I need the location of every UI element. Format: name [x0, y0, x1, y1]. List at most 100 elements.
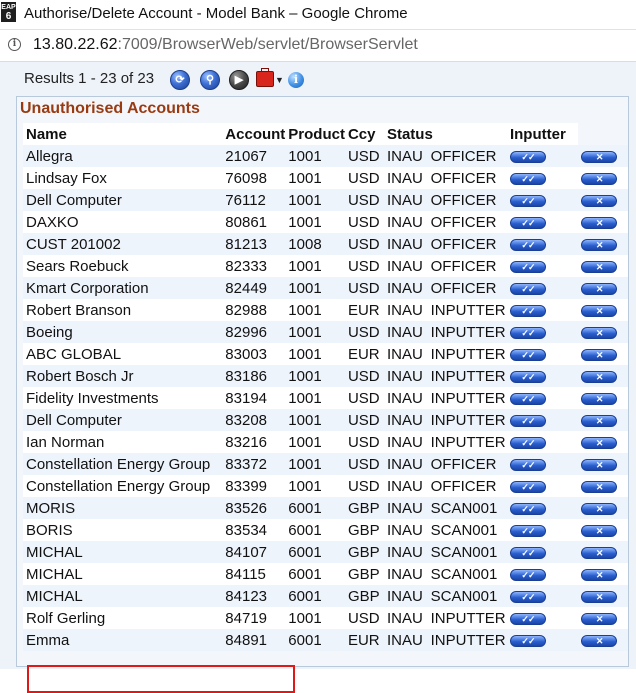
next-icon[interactable]: ▶: [229, 70, 249, 90]
toolbox-icon[interactable]: [256, 68, 274, 87]
account-number-cell: 84107: [222, 541, 286, 563]
delete-button[interactable]: ✕: [581, 458, 618, 471]
account-name-cell[interactable]: Constellation Energy Group: [23, 475, 223, 497]
authorise-button[interactable]: ✓✓: [509, 194, 546, 207]
authorise-button[interactable]: ✓✓: [509, 348, 546, 361]
authorise-button[interactable]: ✓✓: [509, 260, 546, 273]
delete-button[interactable]: ✕: [581, 546, 618, 559]
help-icon[interactable]: i: [288, 72, 304, 88]
inputter-cell: OFFICER: [427, 233, 507, 255]
authorise-button[interactable]: ✓✓: [509, 502, 546, 515]
account-name-cell[interactable]: Robert Bosch Jr: [23, 365, 223, 387]
account-name-cell[interactable]: Allegra: [23, 145, 223, 167]
account-name-cell[interactable]: Robert Branson: [23, 299, 223, 321]
column-header-status[interactable]: Status: [383, 123, 507, 145]
authorise-button[interactable]: ✓✓: [509, 436, 546, 449]
authorise-button[interactable]: ✓✓: [509, 634, 546, 647]
authorise-button[interactable]: ✓✓: [509, 392, 546, 405]
authorise-button[interactable]: ✓✓: [509, 216, 546, 229]
account-name-cell[interactable]: BORIS: [23, 519, 223, 541]
delete-button[interactable]: ✕: [581, 150, 618, 163]
authorise-cell: ✓✓: [506, 299, 579, 321]
authorise-button[interactable]: ✓✓: [509, 568, 546, 581]
inputter-cell: INPUTTER: [427, 431, 507, 453]
product-cell: 1001: [285, 387, 345, 409]
account-name-cell[interactable]: Boeing: [23, 321, 223, 343]
account-name-cell[interactable]: ABC GLOBAL: [23, 343, 223, 365]
column-header-product[interactable]: Product: [285, 123, 345, 145]
account-name-cell[interactable]: Dell Computer: [23, 409, 223, 431]
account-name-cell[interactable]: DAXKO: [23, 211, 223, 233]
inputter-cell: INPUTTER: [427, 629, 507, 651]
account-name-cell[interactable]: CUST 201002: [23, 233, 223, 255]
account-name-cell[interactable]: MORIS: [23, 497, 223, 519]
delete-button[interactable]: ✕: [581, 216, 618, 229]
account-name-cell[interactable]: Dell Computer: [23, 189, 223, 211]
delete-button[interactable]: ✕: [581, 348, 618, 361]
delete-button[interactable]: ✕: [581, 414, 618, 427]
account-name-cell[interactable]: MICHAL: [23, 541, 223, 563]
delete-button[interactable]: ✕: [581, 370, 618, 383]
delete-button[interactable]: ✕: [581, 568, 618, 581]
column-header-name[interactable]: Name: [23, 123, 223, 145]
account-name-cell[interactable]: Rolf Gerling: [23, 607, 223, 629]
delete-button[interactable]: ✕: [581, 436, 618, 449]
account-name-cell[interactable]: MICHAL: [23, 563, 223, 585]
delete-button[interactable]: ✕: [581, 172, 618, 185]
delete-button[interactable]: ✕: [581, 392, 618, 405]
account-name-cell[interactable]: MICHAL: [23, 585, 223, 607]
currency-cell: GBP: [344, 497, 384, 519]
delete-button[interactable]: ✕: [581, 480, 618, 493]
account-name-cell[interactable]: Emma: [23, 629, 223, 651]
authorise-button[interactable]: ✓✓: [509, 524, 546, 537]
dropdown-caret-icon[interactable]: ▼: [275, 75, 284, 85]
delete-button[interactable]: ✕: [581, 524, 618, 537]
delete-button[interactable]: ✕: [581, 194, 618, 207]
account-name-cell[interactable]: Sears Roebuck: [23, 255, 223, 277]
column-header-account[interactable]: Account: [222, 123, 286, 145]
authorise-button[interactable]: ✓✓: [509, 612, 546, 625]
column-header-inputter[interactable]: Inputter: [506, 123, 579, 145]
authorise-button[interactable]: ✓✓: [509, 546, 546, 559]
delete-cell: ✕: [578, 299, 628, 321]
delete-button[interactable]: ✕: [581, 282, 618, 295]
delete-button[interactable]: ✕: [581, 260, 618, 273]
authorise-button[interactable]: ✓✓: [509, 414, 546, 427]
authorise-button[interactable]: ✓✓: [509, 458, 546, 471]
authorise-button[interactable]: ✓✓: [509, 304, 546, 317]
delete-button[interactable]: ✕: [581, 612, 618, 625]
table-row: BORIS 83534 6001 GBP INAU SCAN001 ✓✓ ✕: [23, 519, 628, 541]
authorise-button[interactable]: ✓✓: [509, 480, 546, 493]
authorise-button[interactable]: ✓✓: [509, 238, 546, 251]
authorise-button[interactable]: ✓✓: [509, 590, 546, 603]
currency-cell: EUR: [344, 629, 384, 651]
account-number-cell: 83186: [222, 365, 286, 387]
authorise-button[interactable]: ✓✓: [509, 282, 546, 295]
account-name-cell[interactable]: Fidelity Investments: [23, 387, 223, 409]
inputter-cell: INPUTTER: [427, 387, 507, 409]
info-icon[interactable]: i: [8, 38, 21, 51]
account-name-cell[interactable]: Ian Norman: [23, 431, 223, 453]
delete-button[interactable]: ✕: [581, 238, 618, 251]
delete-button[interactable]: ✕: [581, 304, 618, 317]
authorise-button[interactable]: ✓✓: [509, 326, 546, 339]
account-name-cell[interactable]: Constellation Energy Group: [23, 453, 223, 475]
account-name-cell[interactable]: Kmart Corporation: [23, 277, 223, 299]
authorise-cell: ✓✓: [506, 629, 579, 651]
account-name-cell[interactable]: Lindsay Fox: [23, 167, 223, 189]
authorise-button[interactable]: ✓✓: [509, 370, 546, 383]
url-text[interactable]: 13.80.22.62:7009/BrowserWeb/servlet/Brow…: [33, 36, 418, 54]
delete-button[interactable]: ✕: [581, 590, 618, 603]
delete-button[interactable]: ✕: [581, 502, 618, 515]
authorise-button[interactable]: ✓✓: [509, 150, 546, 163]
search-icon[interactable]: ⚲: [200, 70, 220, 90]
column-header-ccy[interactable]: Ccy: [344, 123, 384, 145]
authorise-cell: ✓✓: [506, 189, 579, 211]
currency-cell: USD: [344, 607, 384, 629]
account-number-cell: 83216: [222, 431, 286, 453]
refresh-icon[interactable]: ⟳: [170, 70, 190, 90]
delete-button[interactable]: ✕: [581, 326, 618, 339]
delete-button[interactable]: ✕: [581, 634, 618, 647]
authorise-button[interactable]: ✓✓: [509, 172, 546, 185]
address-bar[interactable]: i 13.80.22.62:7009/BrowserWeb/servlet/Br…: [0, 30, 636, 62]
